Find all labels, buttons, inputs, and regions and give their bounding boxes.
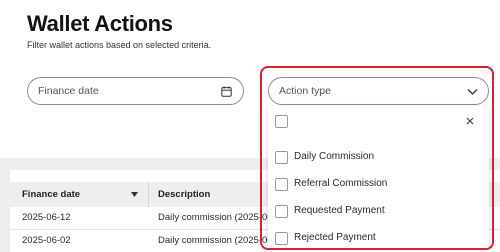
option-label: Rejected Payment [294,232,376,243]
close-icon[interactable] [465,116,475,126]
column-header-finance-date[interactable]: Finance date [22,189,80,200]
option-checkbox[interactable] [275,151,288,164]
option-checkbox[interactable] [275,205,288,218]
cell-description: Daily commission (2025-06 [158,212,273,223]
action-type-placeholder: Action type [279,85,331,97]
option-label: Requested Payment [294,205,385,216]
option-requested-payment[interactable]: Requested Payment [275,204,485,220]
action-type-dropdown: Daily Commission Referral Commission Req… [268,106,489,252]
option-label: Referral Commission [294,178,388,189]
option-referral-commission[interactable]: Referral Commission [275,177,485,193]
select-all-checkbox[interactable] [275,115,288,128]
option-rejected-payment[interactable]: Rejected Payment [275,231,485,247]
page-subtitle: Filter wallet actions based on selected … [27,40,212,50]
column-header-description[interactable]: Description [158,189,210,200]
option-checkbox[interactable] [275,178,288,191]
finance-date-placeholder: Finance date [38,85,99,97]
chevron-down-icon[interactable] [467,87,478,96]
column-divider [148,182,149,207]
sort-down-icon[interactable] [131,192,138,197]
cell-finance-date: 2025-06-02 [22,235,71,246]
action-type-select[interactable]: Action type [268,77,489,105]
finance-date-input[interactable]: Finance date [27,77,244,105]
page-title: Wallet Actions [27,11,173,36]
calendar-icon[interactable] [221,86,232,97]
option-checkbox[interactable] [275,232,288,245]
cell-description: Daily commission (2025-06 [158,235,273,246]
cell-finance-date: 2025-06-12 [22,212,71,223]
option-label: Daily Commission [294,151,375,162]
option-daily-commission[interactable]: Daily Commission [275,150,485,166]
